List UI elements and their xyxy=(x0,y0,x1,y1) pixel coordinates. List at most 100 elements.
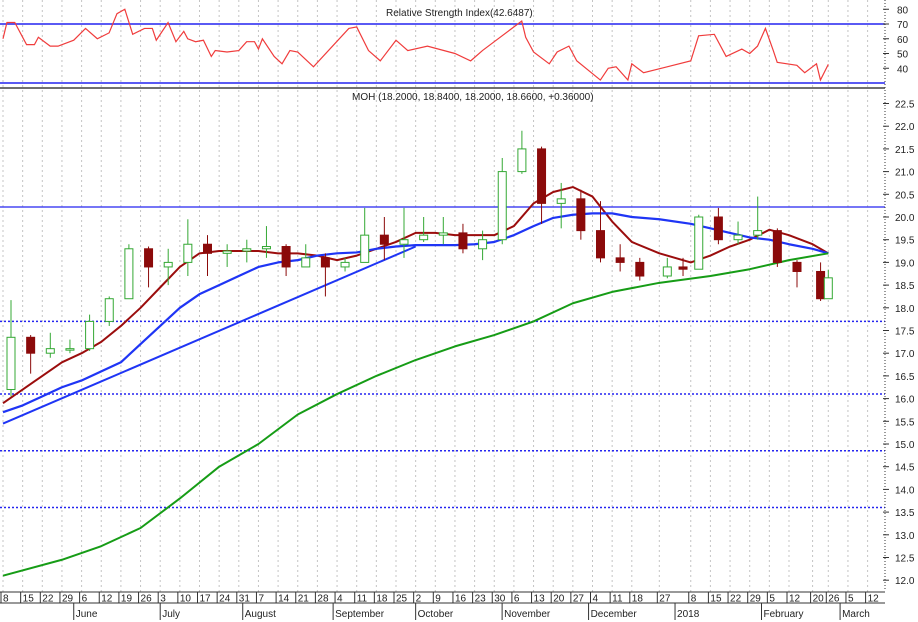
price-tick-label: 15.0 xyxy=(895,440,915,451)
candle xyxy=(104,296,114,326)
candle xyxy=(792,260,802,288)
date-tick-label: 4 xyxy=(593,594,599,605)
candle xyxy=(733,221,743,245)
month-label: March xyxy=(842,609,870,620)
date-tick-label: 26 xyxy=(828,594,840,605)
candle xyxy=(183,219,193,277)
trendline xyxy=(2,245,417,425)
candle-body xyxy=(6,336,16,391)
candle-body xyxy=(733,234,743,241)
date-tick-label: 28 xyxy=(317,594,329,605)
candle xyxy=(163,248,173,286)
date-tick-label: 12 xyxy=(101,594,113,605)
date-tick-label: 19 xyxy=(121,594,133,605)
price-panel: MOH (18.2000, 18.8400, 18.2000, 18.6600,… xyxy=(0,92,885,577)
candle-body xyxy=(662,266,672,277)
candle-body xyxy=(635,261,645,277)
candle-body xyxy=(242,248,252,252)
candle-body xyxy=(678,266,688,270)
date-tick-label: 21 xyxy=(298,594,310,605)
date-tick-label: 22 xyxy=(730,594,742,605)
date-tick-label: 15 xyxy=(710,594,722,605)
candle xyxy=(753,196,763,240)
price-tick-label: 22.5 xyxy=(895,100,915,111)
date-tick-label: 30 xyxy=(494,594,506,605)
date-tick-label: 8 xyxy=(691,594,697,605)
candle-body xyxy=(203,243,212,254)
candle-body xyxy=(556,198,566,204)
date-tick-label: 6 xyxy=(514,594,520,605)
date-tick-label: 22 xyxy=(42,594,54,605)
candle-body xyxy=(124,248,134,300)
candle xyxy=(203,235,212,277)
candle xyxy=(458,223,468,254)
candle xyxy=(85,314,95,351)
date-tick-label: 7 xyxy=(258,594,264,605)
month-label: November xyxy=(504,609,551,620)
price-tick-label: 19.0 xyxy=(895,258,915,269)
price-tick-label: 20.0 xyxy=(895,213,915,224)
candle xyxy=(124,244,134,300)
date-tick-label: 17 xyxy=(200,594,212,605)
candle xyxy=(281,244,291,277)
candle-body xyxy=(183,243,193,263)
candle-body xyxy=(823,277,833,300)
date-tick-label: 13 xyxy=(534,594,546,605)
price-tick-label: 18.0 xyxy=(895,304,915,315)
candle-body xyxy=(144,248,154,268)
candle-body xyxy=(816,270,826,300)
candle xyxy=(537,146,547,224)
candle xyxy=(65,339,75,354)
date-tick-label: 24 xyxy=(219,594,231,605)
candle-body xyxy=(104,298,114,322)
candle-body xyxy=(45,348,55,354)
date-tick-label: 3 xyxy=(160,594,166,605)
price-tick-label: 21.0 xyxy=(895,168,915,179)
rsi-tick-label: 60 xyxy=(897,35,909,46)
candle-body xyxy=(772,230,782,263)
candle-body xyxy=(478,239,488,250)
candle xyxy=(576,189,586,240)
candle xyxy=(301,244,311,268)
candle-body xyxy=(694,216,704,270)
date-tick-label: 16 xyxy=(455,594,467,605)
candle xyxy=(242,239,252,263)
candle-body xyxy=(792,261,802,272)
date-tick-label: 18 xyxy=(376,594,388,605)
month-label: July xyxy=(162,609,180,620)
month-label: August xyxy=(245,609,276,620)
date-tick-label: 9 xyxy=(435,594,441,605)
price-tick-label: 17.5 xyxy=(895,327,915,338)
price-tick-label: 20.5 xyxy=(895,190,915,201)
price-tick-label: 22.0 xyxy=(895,122,915,133)
candle-body xyxy=(320,257,330,268)
candle xyxy=(816,262,826,301)
date-tick-label: 23 xyxy=(475,594,487,605)
rsi-line xyxy=(2,8,829,82)
candle-body xyxy=(360,234,370,263)
price-tick-label: 21.5 xyxy=(895,145,915,156)
date-tick-label: 29 xyxy=(750,594,762,605)
candle-body xyxy=(497,171,507,241)
date-tick-label: 26 xyxy=(141,594,153,605)
date-tick-label: 8 xyxy=(3,594,9,605)
candle-body xyxy=(537,148,547,204)
candle xyxy=(419,217,429,242)
rsi-tick-label: 70 xyxy=(897,20,909,31)
price-axis: 80 70 60 50 40 12.0 12.5 13.0 13.5 14.0 14.5 15.0 15… xyxy=(883,0,915,590)
price-tick-label: 13.5 xyxy=(895,508,915,519)
candle-body xyxy=(458,232,468,250)
candle-body xyxy=(438,232,448,236)
candle xyxy=(662,257,672,279)
date-tick-label: 11 xyxy=(612,594,623,605)
candle xyxy=(360,207,370,263)
date-tick-label: 12 xyxy=(868,594,880,605)
candle-body xyxy=(596,230,605,259)
candle-body xyxy=(753,230,763,236)
rsi-tick-label: 50 xyxy=(897,50,909,61)
date-tick-label: 10 xyxy=(180,594,192,605)
date-tick-label: 18 xyxy=(632,594,644,605)
date-tick-label: 2 xyxy=(416,594,422,605)
month-label: February xyxy=(763,609,803,620)
candle-body xyxy=(713,216,723,241)
